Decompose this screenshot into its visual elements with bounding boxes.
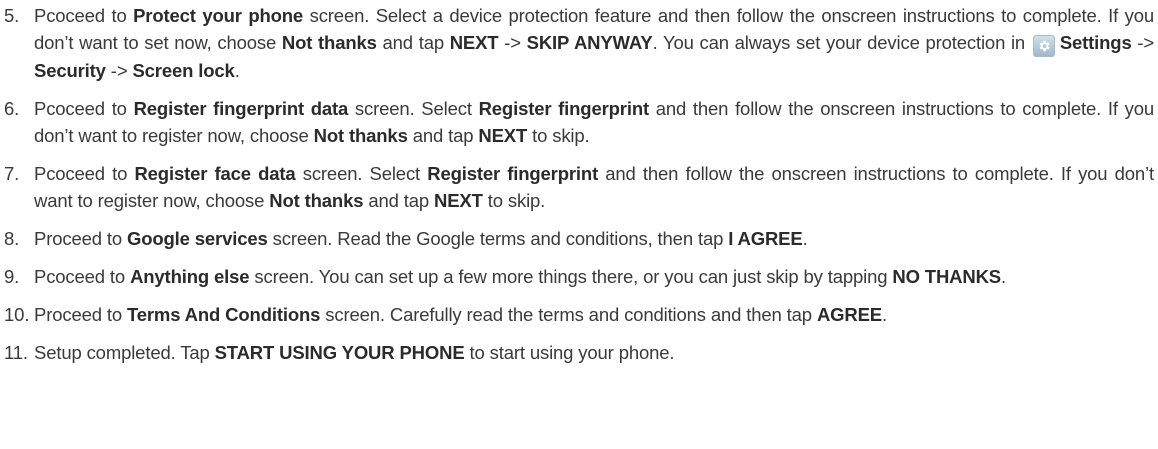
step-text-run: . bbox=[1000, 266, 1006, 287]
step-text: Pcoceed to Register face data screen. Se… bbox=[34, 160, 1154, 214]
step-text-run: -> bbox=[105, 60, 133, 81]
step-text: Proceed to Terms And Conditions screen. … bbox=[34, 301, 1154, 328]
step-number: 8. bbox=[4, 228, 20, 249]
step-number: 5. bbox=[4, 5, 20, 26]
step-text-run: Proceed to bbox=[34, 304, 127, 325]
step-number: 10. bbox=[4, 304, 30, 325]
step-text-run: Pcoceed to bbox=[34, 98, 134, 119]
step-number: 6. bbox=[4, 98, 20, 119]
bold-term: Not thanks bbox=[281, 32, 377, 53]
bold-term: SKIP ANYWAY bbox=[526, 32, 653, 53]
bold-term: Anything else bbox=[130, 266, 250, 287]
step-text-run: to start using your phone. bbox=[464, 342, 675, 363]
bold-term: NEXT bbox=[478, 125, 528, 146]
bold-term: Settings bbox=[1059, 32, 1132, 53]
step-text-run: and tap bbox=[363, 190, 435, 211]
step-text-run: screen. Select bbox=[348, 98, 479, 119]
bold-term: START USING YOUR PHONE bbox=[214, 342, 465, 363]
step-text: Pcoceed to Register fingerprint data scr… bbox=[34, 95, 1154, 149]
bold-term: Not thanks bbox=[269, 190, 364, 211]
step-number: 11. bbox=[4, 342, 28, 363]
step-text-run: screen. You can set up a few more things… bbox=[249, 266, 893, 287]
bold-term: I AGREE bbox=[728, 228, 803, 249]
bold-term: Register fingerprint data bbox=[133, 98, 349, 119]
step-text: Pcoceed to Protect your phone screen. Se… bbox=[34, 2, 1154, 84]
step-text-run: . bbox=[234, 60, 240, 81]
bold-term: Register face data bbox=[134, 163, 296, 184]
bold-term: Terms And Conditions bbox=[126, 304, 321, 325]
step-text-run: screen. Select bbox=[295, 163, 428, 184]
bold-term: AGREE bbox=[816, 304, 882, 325]
step-10: 10. Proceed to Terms And Conditions scre… bbox=[4, 301, 1154, 328]
step-text-run: Proceed to bbox=[34, 228, 127, 249]
bold-term: Not thanks bbox=[313, 125, 408, 146]
step-9: 9. Pcoceed to Anything else screen. You … bbox=[4, 263, 1154, 290]
bold-term: Security bbox=[34, 60, 106, 81]
bold-term: NEXT bbox=[434, 190, 483, 211]
bold-term: Screen lock bbox=[132, 60, 235, 81]
step-5: 5. Pcoceed to Protect your phone screen.… bbox=[4, 2, 1154, 84]
step-text-run: and tap bbox=[407, 125, 479, 146]
step-text-run: Pcoceed to bbox=[34, 163, 135, 184]
step-text: Pcoceed to Anything else screen. You can… bbox=[34, 263, 1154, 290]
step-text-run: Setup completed. Tap bbox=[34, 342, 215, 363]
bold-term: NEXT bbox=[449, 32, 499, 53]
step-text-run: and tap bbox=[376, 32, 450, 53]
step-text-run: . You can always set your device protect… bbox=[652, 32, 1031, 53]
bold-term: Protect your phone bbox=[133, 5, 304, 26]
step-text-run: . bbox=[802, 228, 808, 249]
settings-gear-icon bbox=[1032, 35, 1055, 57]
step-7: 7. Pcoceed to Register face data screen.… bbox=[4, 160, 1154, 214]
step-text: Proceed to Google services screen. Read … bbox=[34, 225, 1154, 252]
bold-term: Register fingerprint bbox=[478, 98, 650, 119]
step-text-run: Pcoceed to bbox=[34, 266, 131, 287]
step-text-run: to skip. bbox=[527, 125, 590, 146]
step-number: 9. bbox=[4, 266, 20, 287]
step-text-run: -> bbox=[1131, 32, 1155, 53]
step-6: 6. Pcoceed to Register fingerprint data … bbox=[4, 95, 1154, 149]
step-text-run: screen. Carefully read the terms and con… bbox=[320, 304, 817, 325]
instruction-steps-list: 5. Pcoceed to Protect your phone screen.… bbox=[0, 0, 1158, 366]
step-text-run: screen. Read the Google terms and condit… bbox=[267, 228, 729, 249]
step-text-run: Pcoceed to bbox=[34, 5, 134, 26]
step-number: 7. bbox=[4, 163, 20, 184]
step-text-run: to skip. bbox=[482, 190, 546, 211]
step-text-run: . bbox=[882, 304, 887, 325]
step-text: Setup completed. Tap START USING YOUR PH… bbox=[34, 339, 1154, 366]
step-text-run: -> bbox=[498, 32, 527, 53]
bold-term: Google services bbox=[126, 228, 268, 249]
bold-term: NO THANKS bbox=[892, 266, 1001, 287]
step-11: 11. Setup completed. Tap START USING YOU… bbox=[4, 339, 1154, 366]
step-8: 8. Proceed to Google services screen. Re… bbox=[4, 225, 1154, 252]
bold-term: Register fingerprint bbox=[427, 163, 599, 184]
